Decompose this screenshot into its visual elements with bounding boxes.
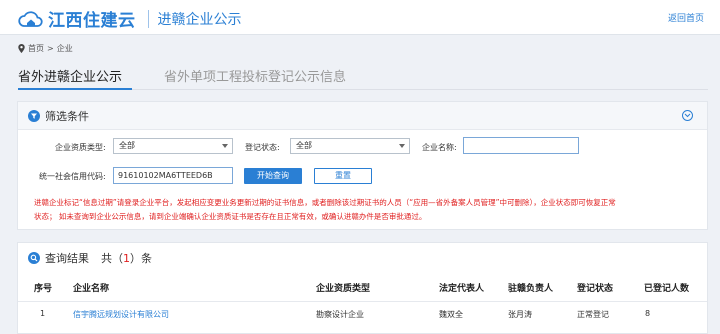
tab-bar: 省外进赣企业公示 省外单项工程投标登记公示信息 [18, 64, 708, 90]
table-cell-registration-status: 正常登记 [577, 310, 609, 319]
location-pin-icon [18, 44, 25, 53]
column-header-index: 序号 [34, 284, 53, 294]
tab-outside-enterprises[interactable]: 省外进赣企业公示 [18, 66, 122, 85]
column-header-company-name: 企业名称 [73, 284, 110, 294]
registration-status-label: 登记状态: [245, 143, 280, 152]
filter-panel: 筛选条件 企业资质类型: 全部 登记状态: 全部 企业名称: 统一社会信用代码:… [17, 101, 708, 230]
column-header-registration-status: 登记状态 [577, 284, 614, 294]
company-name-label: 企业名称: [422, 143, 457, 152]
breadcrumb: 首页 > 企业 [18, 43, 73, 54]
filter-panel-header: 筛选条件 [18, 102, 707, 130]
table-cell-company-name-link[interactable]: 信宇腾远规划设计有限公司 [73, 309, 169, 320]
column-header-qualification-type: 企业资质类型 [316, 284, 371, 294]
funnel-icon [28, 109, 40, 122]
results-title-row: 查询结果 共（1）条 [28, 250, 152, 266]
table-divider [18, 301, 707, 302]
credit-code-label: 统一社会信用代码: [39, 172, 106, 181]
reset-button[interactable]: 重置 [314, 168, 372, 184]
filter-title: 筛选条件 [45, 109, 89, 123]
collapse-chevron-icon[interactable] [682, 110, 693, 121]
search-button[interactable]: 开始查询 [244, 168, 302, 184]
table-cell-local-manager: 张月涛 [508, 310, 532, 319]
cloud-house-icon [18, 10, 43, 27]
column-header-legal-representative: 法定代表人 [439, 284, 485, 294]
tab-single-project-registration[interactable]: 省外单项工程投标登记公示信息 [164, 66, 346, 85]
results-count: 共（1）条 [101, 250, 152, 266]
notice-line-1: 进赣企业标记“信息过期”请登录企业平台，发起相应变更业务更新过期的证书信息，或者… [34, 198, 616, 207]
qualification-type-label: 企业资质类型: [55, 143, 106, 152]
search-icon [28, 252, 40, 264]
results-panel: 查询结果 共（1）条 序号 企业名称 企业资质类型 法定代表人 驻赣负责人 登记… [17, 242, 708, 334]
breadcrumb-current[interactable]: 企业 [57, 43, 73, 54]
chevron-down-icon [399, 144, 405, 148]
table-cell-registered-count: 8 [645, 309, 651, 318]
count-suffix: ）条 [130, 252, 152, 265]
notice-text: 进赣企业标记“信息过期”请登录企业平台，发起相应变更业务更新过期的证书信息，或者… [34, 196, 699, 224]
table-cell-legal-representative: 魏双全 [439, 310, 463, 319]
home-link[interactable]: 返回首页 [668, 11, 704, 24]
column-header-local-manager: 驻赣负责人 [508, 284, 554, 294]
results-title: 查询结果 [45, 252, 89, 265]
count-number: 1 [123, 252, 130, 265]
logo-divider [147, 9, 149, 28]
column-header-registered-count: 已登记人数 [644, 284, 690, 294]
table-cell-index: 1 [40, 309, 46, 318]
active-tab-indicator [18, 88, 132, 90]
registration-status-value: 全部 [296, 141, 312, 150]
breadcrumb-home[interactable]: 首页 [28, 43, 44, 54]
qualification-type-select[interactable]: 全部 [113, 138, 233, 154]
site-logo[interactable]: 江西住建云 进赣企业公示 [18, 6, 242, 31]
credit-code-input[interactable]: 91610102MA6TTEED6B [113, 167, 233, 184]
top-header: 江西住建云 进赣企业公示 返回首页 [0, 0, 720, 35]
qualification-type-value: 全部 [119, 141, 135, 150]
notice-line-2: 状态； 如未查询到企业公示信息，请到企业端确认企业资质证书是否存在且正常有效，或… [34, 212, 427, 221]
registration-status-select[interactable]: 全部 [290, 138, 410, 154]
site-name: 江西住建云 [48, 11, 136, 31]
company-name-input[interactable] [463, 137, 579, 154]
breadcrumb-separator: > [47, 44, 54, 53]
results-header: 查询结果 共（1）条 [18, 243, 707, 273]
table-cell-qualification-type: 勘察设计企业 [316, 310, 364, 319]
page-subtitle: 进赣企业公示 [157, 11, 242, 28]
chevron-down-icon [222, 144, 228, 148]
count-prefix: 共（ [101, 252, 123, 265]
